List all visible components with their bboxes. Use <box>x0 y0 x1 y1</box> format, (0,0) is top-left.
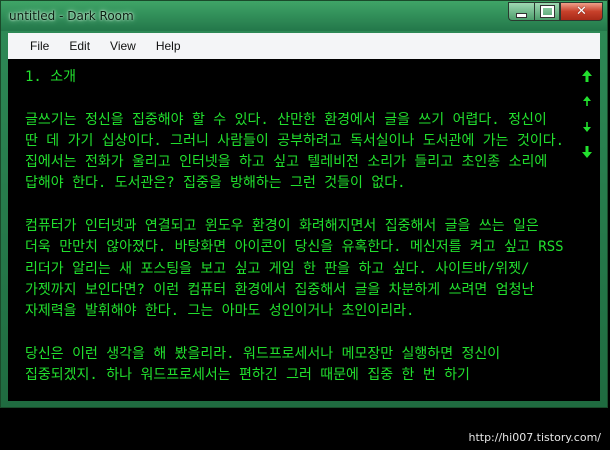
arrow-up-icon[interactable] <box>580 94 594 108</box>
title-bar[interactable]: untitled - Dark Room ✕ <box>1 1 607 31</box>
arrow-down-icon[interactable] <box>580 120 594 134</box>
watermark: http://hi007.tistory.com/ <box>468 431 601 444</box>
menu-view[interactable]: View <box>100 39 146 53</box>
document-heading: 1. 소개 <box>25 69 77 85</box>
caption-buttons: ✕ <box>508 2 603 21</box>
arrow-top-icon[interactable] <box>580 69 594 83</box>
menu-bar: File Edit View Help <box>8 33 600 60</box>
window-title: untitled - Dark Room <box>9 9 134 23</box>
maximize-icon <box>540 6 554 17</box>
maximize-button[interactable] <box>534 2 560 21</box>
app-window: untitled - Dark Room ✕ File Edit View He… <box>0 0 608 408</box>
close-button[interactable]: ✕ <box>560 2 603 21</box>
scroll-navigation <box>574 59 600 401</box>
paragraph: 컴퓨터가 인터넷과 연결되고 윈도우 환경이 화려해지면서 집중해서 글을 쓰는… <box>25 218 564 320</box>
paragraph: 글쓰기는 정신을 집중해야 할 수 있다. 산만한 환경에서 글을 쓰기 어렵다… <box>25 111 565 192</box>
close-icon: ✕ <box>576 4 587 19</box>
menu-help[interactable]: Help <box>146 39 191 53</box>
arrow-bottom-icon[interactable] <box>580 145 594 159</box>
document-text[interactable]: 1. 소개 글쓰기는 정신을 집중해야 할 수 있다. 산만한 환경에서 글을 … <box>25 67 565 386</box>
minimize-icon <box>516 12 527 18</box>
menu-edit[interactable]: Edit <box>59 39 100 53</box>
text-editor[interactable]: 1. 소개 글쓰기는 정신을 집중해야 할 수 있다. 산만한 환경에서 글을 … <box>8 59 600 401</box>
minimize-button[interactable] <box>508 2 534 21</box>
menu-file[interactable]: File <box>8 39 59 53</box>
paragraph: 당신은 이런 생각을 해 봤을리라. 워드프로세서나 메모장만 실행하면 정신이… <box>25 345 501 384</box>
